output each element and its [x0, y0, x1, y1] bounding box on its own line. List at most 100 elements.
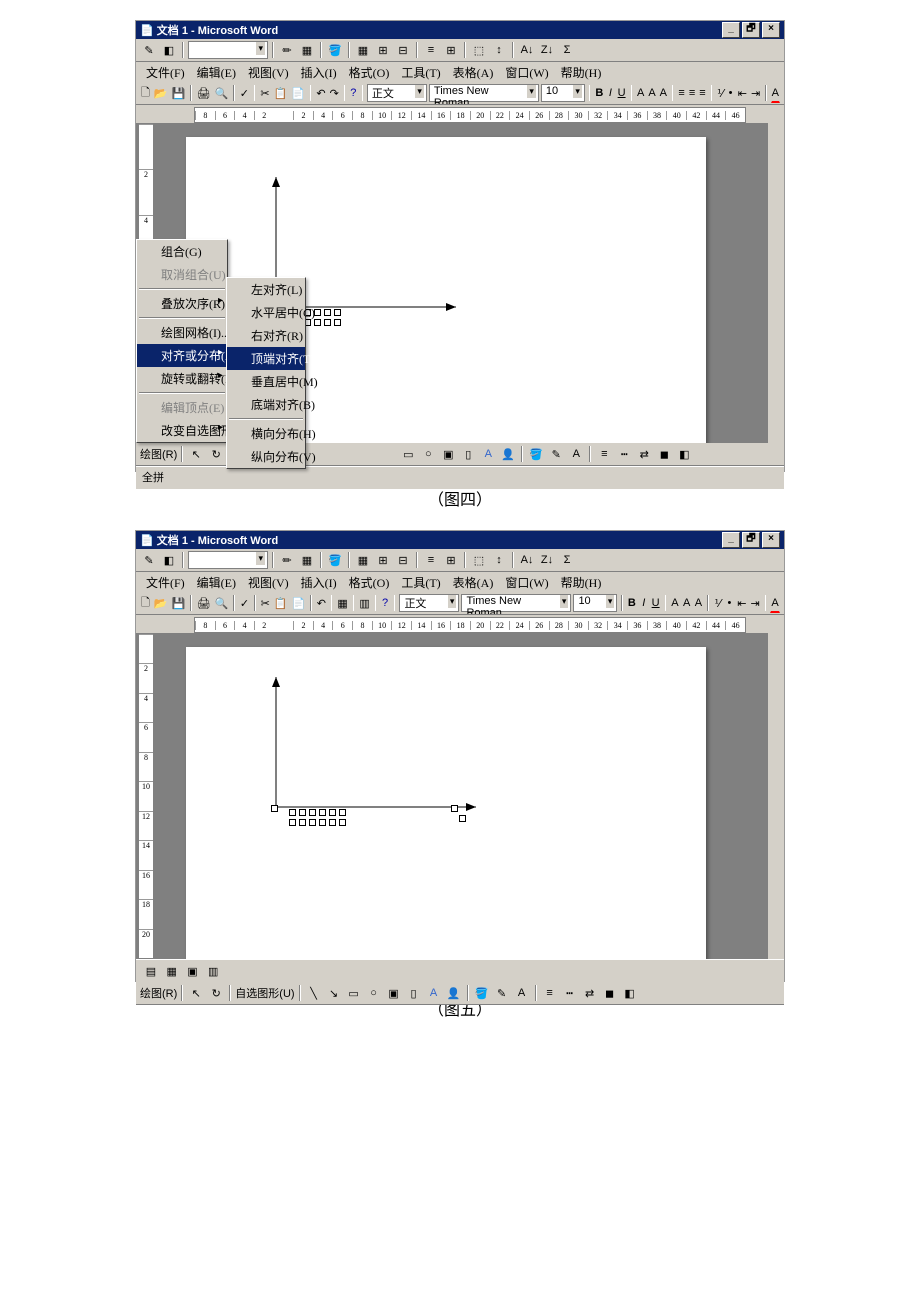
underline-icon[interactable]: U: [617, 84, 627, 102]
menu-grid[interactable]: 绘图网格(I)...: [137, 321, 227, 344]
view-outline-icon[interactable]: ▥: [204, 962, 222, 980]
eraser-icon[interactable]: ◧: [160, 41, 178, 59]
redo-icon[interactable]: ↷: [329, 84, 340, 102]
print-icon-2[interactable]: 🖨: [196, 594, 212, 612]
eraser-icon-2[interactable]: ◧: [160, 551, 178, 569]
view-web-icon[interactable]: ▦: [163, 962, 181, 980]
menu-tools-2[interactable]: 工具(T): [397, 572, 444, 593]
fill-icon-2[interactable]: 🪣: [326, 551, 344, 569]
wordart-icon-2[interactable]: A: [425, 984, 443, 1002]
menu-table[interactable]: 表格(A): [449, 62, 498, 83]
submenu-align-center-h[interactable]: 水平居中(C): [227, 301, 305, 324]
arrow-style-icon-2[interactable]: ⇄: [581, 984, 599, 1002]
help-icon[interactable]: ?: [349, 84, 357, 102]
line-style-icon-2[interactable]: ≡: [541, 984, 559, 1002]
menu-table-2[interactable]: 表格(A): [449, 572, 498, 593]
new-icon-2[interactable]: 🗋: [140, 594, 151, 612]
oval-icon-2[interactable]: ○: [365, 984, 383, 1002]
textbox-icon[interactable]: ▣: [439, 445, 457, 463]
restore-button[interactable]: 🗗: [742, 22, 760, 38]
line-icon[interactable]: ╲: [305, 984, 323, 1002]
style-dropdown[interactable]: [188, 41, 268, 59]
submenu-align-bottom[interactable]: 底端对齐(B): [227, 393, 305, 416]
style-combo-2[interactable]: 正文: [399, 594, 459, 612]
submenu-align-top[interactable]: 顶端对齐(T): [227, 347, 305, 370]
outdent-icon-2[interactable]: ⇤: [736, 594, 747, 612]
preview-icon[interactable]: 🔍: [214, 84, 230, 102]
font-grow-icon[interactable]: A: [659, 84, 668, 102]
font-color-icon[interactable]: A: [771, 84, 780, 103]
outdent-icon[interactable]: ⇤: [737, 84, 748, 102]
close-button-2[interactable]: ×: [762, 532, 780, 548]
align-icon[interactable]: ≡: [422, 41, 440, 59]
line-color-icon[interactable]: ✎: [547, 445, 565, 463]
sort-desc-icon-2[interactable]: Z↓: [538, 551, 556, 569]
table-icon-2[interactable]: ▦: [354, 551, 372, 569]
charbox-icon[interactable]: A: [636, 84, 645, 102]
submenu-dist-h[interactable]: 横向分布(H): [227, 422, 305, 445]
autoformat-icon-2[interactable]: ⬚: [470, 551, 488, 569]
submenu-align-center-v[interactable]: 垂直居中(M): [227, 370, 305, 393]
numbering-icon[interactable]: ⅟: [716, 84, 724, 102]
italic-icon[interactable]: I: [606, 84, 614, 102]
menu-change-shape[interactable]: 改变自选图形(C): [137, 419, 227, 442]
3d-icon-2[interactable]: ◧: [621, 984, 639, 1002]
menu-align-distribute[interactable]: 对齐或分布(A): [137, 344, 227, 367]
menu-tools[interactable]: 工具(T): [397, 62, 444, 83]
menu-help-2[interactable]: 帮助(H): [557, 572, 606, 593]
arrow-icon[interactable]: ↘: [325, 984, 343, 1002]
cut-icon-2[interactable]: ✂: [260, 594, 271, 612]
arrow-style-icon[interactable]: ⇄: [635, 445, 653, 463]
oval-icon[interactable]: ○: [419, 445, 437, 463]
spell-icon-2[interactable]: ✓: [239, 594, 250, 612]
menu-file[interactable]: 文件(F): [142, 62, 189, 83]
shadow-icon[interactable]: ◼: [655, 445, 673, 463]
preview-icon-2[interactable]: 🔍: [214, 594, 230, 612]
paste-icon[interactable]: 📄: [290, 84, 306, 102]
align-icon-2[interactable]: ≡: [422, 551, 440, 569]
print-icon[interactable]: 🖨: [196, 84, 212, 102]
sort-desc-icon[interactable]: Z↓: [538, 41, 556, 59]
align-right-icon[interactable]: ≡: [698, 84, 706, 102]
close-button[interactable]: ×: [762, 22, 780, 38]
draw-menu-button[interactable]: 绘图(R): [140, 446, 177, 462]
pencil-icon[interactable]: ✏: [278, 41, 296, 59]
rotate-icon-2[interactable]: ↻: [207, 984, 225, 1002]
help-icon-2[interactable]: ?: [380, 594, 390, 612]
direction-icon-2[interactable]: ↕: [490, 551, 508, 569]
view-normal-icon[interactable]: ▤: [142, 962, 160, 980]
autoshapes-button[interactable]: 自选图形(U): [235, 985, 294, 1001]
font-color-icon-2b[interactable]: A: [770, 594, 780, 613]
split-icon[interactable]: ⊟: [394, 41, 412, 59]
rotate-icon[interactable]: ↻: [207, 445, 225, 463]
bold-icon[interactable]: B: [594, 84, 604, 102]
select-icon-2[interactable]: ↖: [187, 984, 205, 1002]
fill-color-icon-2b[interactable]: 🪣: [473, 984, 491, 1002]
vertical-scrollbar[interactable]: [767, 123, 784, 443]
style-combo[interactable]: 正文: [367, 84, 427, 102]
numbering-icon-2[interactable]: ⅟: [713, 594, 723, 612]
menu-insert-2[interactable]: 插入(I): [297, 572, 341, 593]
fill-color-icon[interactable]: 🪣: [527, 445, 545, 463]
bold-icon-2[interactable]: B: [627, 594, 637, 612]
menu-view-2[interactable]: 视图(V): [244, 572, 293, 593]
menu-edit-2[interactable]: 编辑(E): [193, 572, 240, 593]
merge-icon[interactable]: ⊞: [374, 41, 392, 59]
size-combo-2[interactable]: 10: [573, 594, 617, 612]
spell-icon[interactable]: ✓: [239, 84, 250, 102]
menu-file-2[interactable]: 文件(F): [142, 572, 189, 593]
restore-button-2[interactable]: 🗗: [742, 532, 760, 548]
new-icon[interactable]: 🗋: [140, 84, 151, 102]
menu-format[interactable]: 格式(O): [345, 62, 394, 83]
open-icon-2[interactable]: 📂: [153, 594, 169, 612]
style-dropdown-2[interactable]: [188, 551, 268, 569]
copy-icon[interactable]: 📋: [273, 84, 289, 102]
bullets-icon[interactable]: •: [726, 84, 734, 102]
sum-icon[interactable]: Σ: [558, 41, 576, 59]
shadow-icon-2[interactable]: ◼: [601, 984, 619, 1002]
align-center-icon[interactable]: ≡: [688, 84, 696, 102]
sum-icon-2[interactable]: Σ: [558, 551, 576, 569]
pen-icon[interactable]: ✎: [140, 41, 158, 59]
clipart-icon-2[interactable]: 👤: [445, 984, 463, 1002]
menu-window[interactable]: 窗口(W): [501, 62, 552, 83]
